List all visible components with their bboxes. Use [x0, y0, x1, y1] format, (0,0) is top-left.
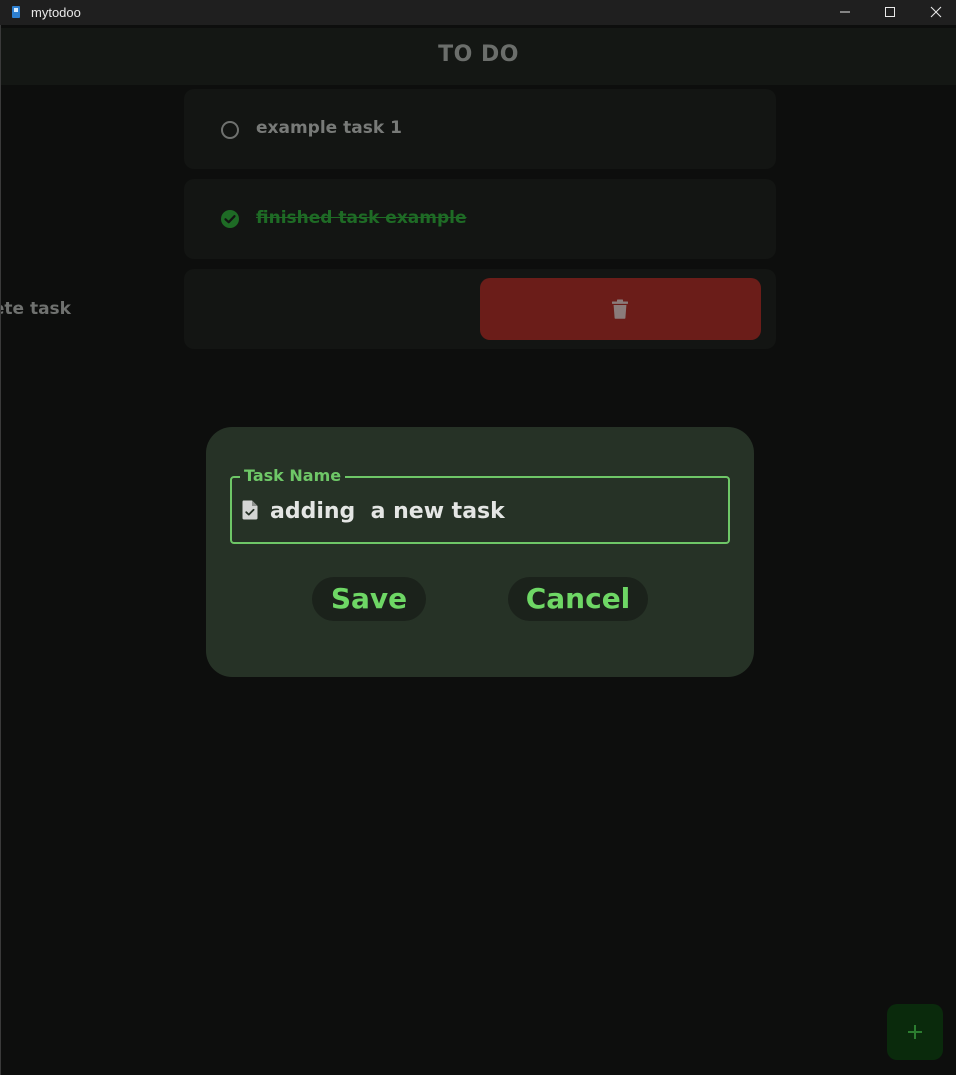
minimize-button[interactable]	[822, 0, 868, 25]
task-item[interactable]: finished task example	[184, 179, 776, 259]
maximize-button[interactable]	[867, 0, 913, 25]
page-title: TO DO	[438, 42, 519, 67]
app-icon	[12, 6, 20, 18]
plus-icon	[908, 1025, 922, 1039]
task-item[interactable]: example task 1	[184, 89, 776, 169]
app-header: TO DO	[1, 28, 956, 85]
minimize-icon	[840, 11, 850, 13]
app-window: mytodoo TO DO example task 1 finished ta…	[0, 0, 956, 1075]
delete-task-button[interactable]	[480, 278, 761, 340]
window-title: mytodoo	[31, 5, 81, 20]
task-label: finished task example	[256, 208, 467, 228]
swiped-task-label: ete task	[1, 299, 71, 319]
add-task-button[interactable]	[887, 1004, 943, 1060]
checked-circle-icon[interactable]	[220, 209, 240, 229]
title-bar[interactable]: mytodoo	[0, 0, 956, 25]
task-name-label: Task Name	[240, 465, 346, 487]
unchecked-circle-icon[interactable]	[221, 121, 239, 139]
swiped-task-content[interactable]: ete task	[1, 290, 121, 330]
cancel-button[interactable]: Cancel	[508, 577, 648, 621]
window-border	[0, 25, 1, 1075]
task-name-input[interactable]	[270, 496, 710, 526]
close-icon	[930, 6, 942, 18]
task-file-icon	[242, 500, 258, 520]
task-name-field[interactable]: Task Name	[230, 465, 730, 544]
task-label: example task 1	[256, 118, 402, 138]
close-button[interactable]	[913, 0, 956, 25]
save-button[interactable]: Save	[312, 577, 426, 621]
trash-icon	[612, 299, 628, 319]
add-task-dialog: Task Name Save Cancel	[206, 427, 754, 677]
maximize-icon	[885, 7, 895, 17]
swiped-task-item[interactable]	[184, 269, 776, 349]
